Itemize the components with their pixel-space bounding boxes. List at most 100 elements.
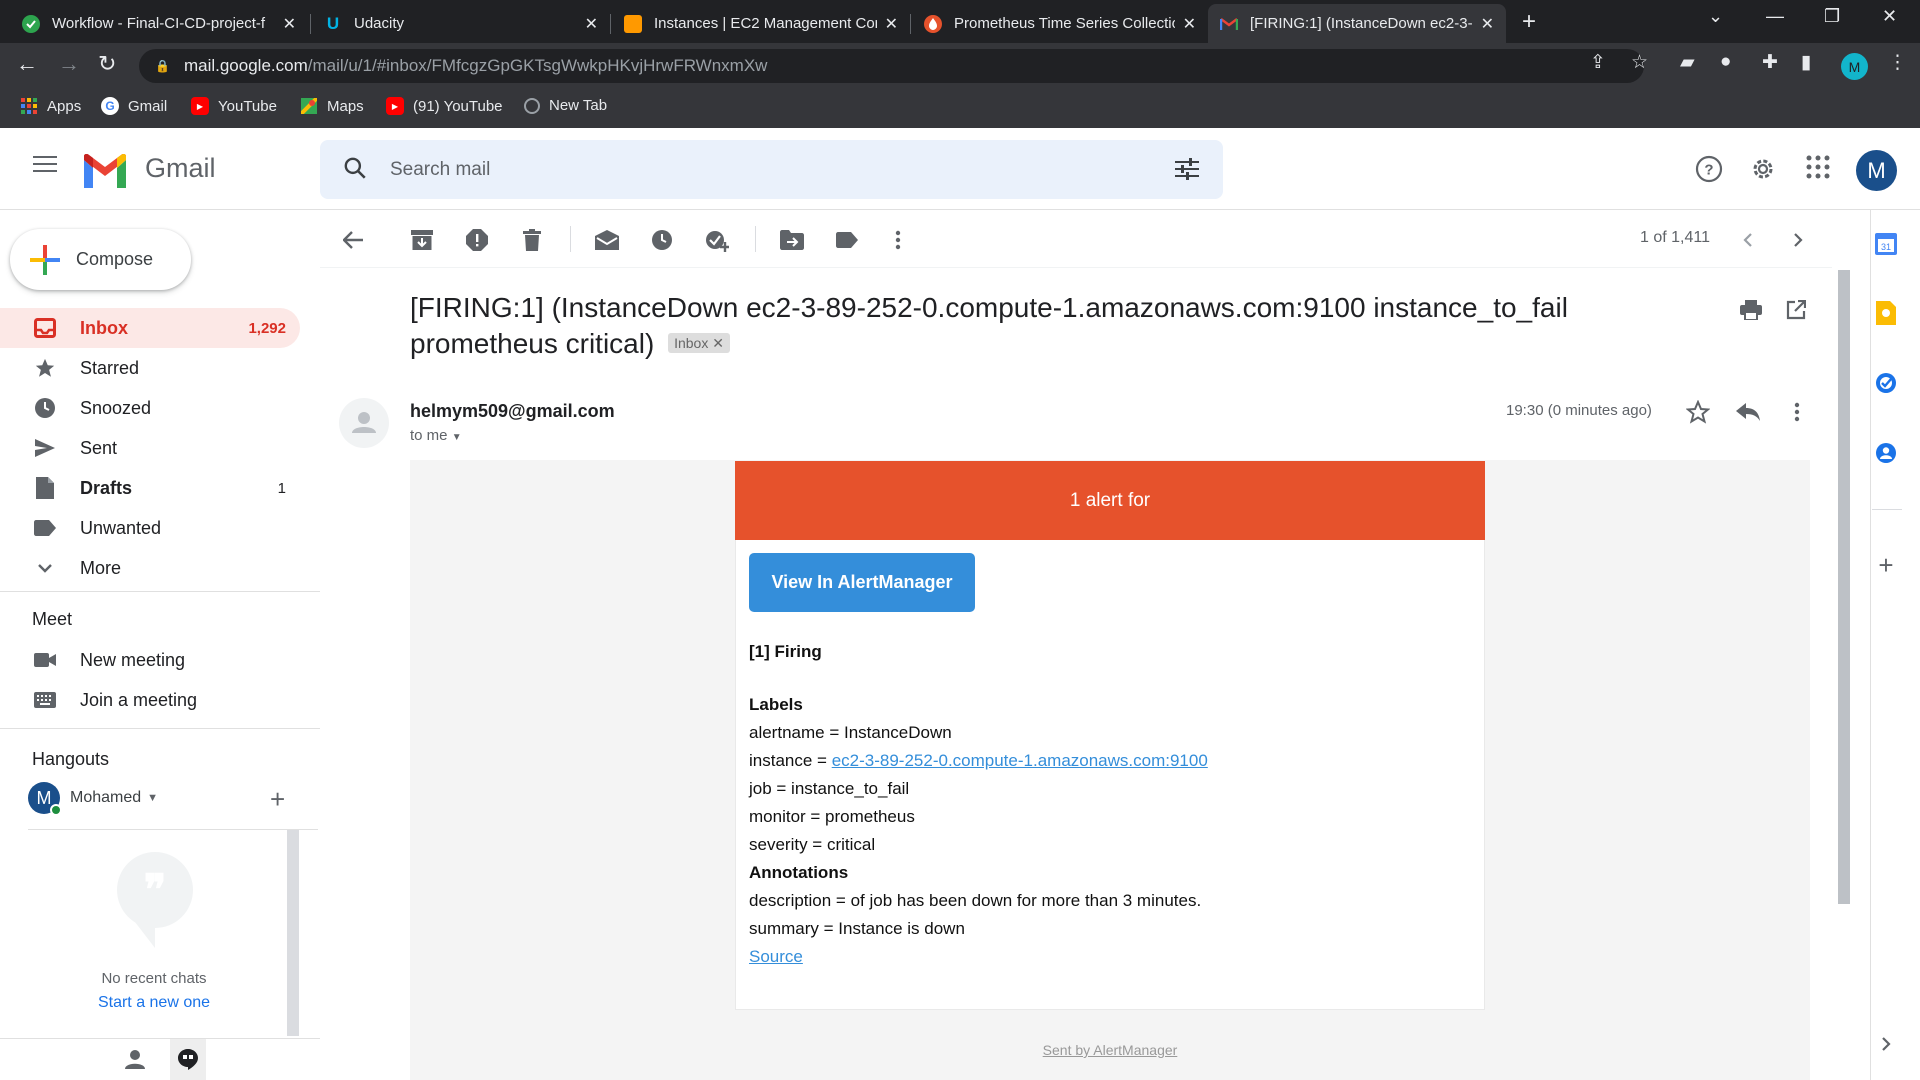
main-menu-icon[interactable] bbox=[33, 156, 57, 177]
hangouts-user-selector[interactable]: M Mohamed ▼ bbox=[28, 782, 158, 816]
tab-divider bbox=[910, 14, 911, 34]
instance-link[interactable]: ec2-3-89-252-0.compute-1.amazonaws.com:9… bbox=[832, 751, 1208, 770]
share-icon[interactable]: ⇪ bbox=[1590, 51, 1606, 74]
archive-icon[interactable] bbox=[410, 228, 434, 252]
close-tab-icon[interactable]: ✕ bbox=[283, 14, 296, 34]
start-new-chat-link[interactable]: Start a new one bbox=[0, 994, 308, 1012]
message-more-icon[interactable] bbox=[1794, 402, 1800, 427]
star-message-icon[interactable] bbox=[1685, 399, 1711, 429]
back-icon[interactable]: ← bbox=[16, 51, 38, 77]
sent-by-footer-link[interactable]: Sent by AlertManager bbox=[735, 1042, 1485, 1058]
move-to-icon[interactable] bbox=[780, 228, 804, 252]
chat-empty-state: ❞ No recent chats Start a new one bbox=[0, 838, 300, 1038]
reload-icon[interactable]: ↻ bbox=[98, 51, 116, 77]
toolbar-divider bbox=[570, 226, 571, 252]
tab-title: Workflow - Final-CI-CD-project-f bbox=[52, 15, 266, 32]
tab-search-icon[interactable]: ⌄ bbox=[1708, 6, 1723, 27]
nav-item-snoozed[interactable]: Snoozed bbox=[0, 388, 300, 428]
bookmark-new-tab[interactable]: New Tab bbox=[524, 97, 607, 114]
add-to-tasks-icon[interactable] bbox=[705, 228, 729, 252]
browser-profile-avatar[interactable]: M bbox=[1841, 53, 1868, 80]
older-chevron-right-icon[interactable] bbox=[1786, 228, 1810, 252]
close-window-icon[interactable]: ✕ bbox=[1882, 6, 1897, 27]
delete-trash-icon[interactable] bbox=[520, 228, 544, 252]
settings-gear-icon[interactable] bbox=[1749, 155, 1777, 188]
bookmark-maps[interactable]: Maps bbox=[300, 97, 364, 115]
nav-item-more[interactable]: More bbox=[0, 548, 300, 588]
nav-item-inbox[interactable]: Inbox 1,292 bbox=[0, 308, 300, 348]
chevron-down-icon bbox=[34, 557, 56, 579]
contacts-icon[interactable] bbox=[1873, 440, 1899, 466]
nav-item-unwanted[interactable]: Unwanted bbox=[0, 508, 300, 548]
gmail-logo-icon[interactable] bbox=[81, 153, 129, 195]
keep-icon[interactable] bbox=[1873, 300, 1899, 326]
search-bar[interactable] bbox=[320, 140, 1223, 199]
side-panel-icon[interactable]: ▮ bbox=[1801, 51, 1811, 74]
restore-icon[interactable]: ❐ bbox=[1824, 6, 1840, 27]
search-input[interactable] bbox=[390, 140, 1090, 199]
view-in-alertmanager-button[interactable]: View In AlertManager bbox=[749, 553, 975, 612]
close-tab-icon[interactable]: ✕ bbox=[1481, 14, 1494, 34]
send-icon bbox=[34, 437, 56, 459]
meet-new-meeting[interactable]: New meeting bbox=[0, 640, 300, 680]
close-tab-icon[interactable]: ✕ bbox=[1183, 14, 1196, 34]
nav-label: Sent bbox=[80, 437, 118, 458]
remove-label-icon[interactable]: ✕ bbox=[712, 335, 724, 351]
contacts-person-icon[interactable] bbox=[124, 1049, 146, 1074]
search-options-icon[interactable] bbox=[1175, 158, 1199, 185]
show-side-panel-chevron-icon[interactable] bbox=[1873, 1031, 1899, 1057]
browser-tab-workflow[interactable]: Workflow - Final-CI-CD-project-f ✕ bbox=[10, 4, 308, 43]
inbox-label-chip[interactable]: Inbox ✕ bbox=[668, 332, 730, 353]
address-bar[interactable]: 🔒 mail.google.com/mail/u/1/#inbox/FMfcgz… bbox=[139, 49, 1644, 83]
sender-avatar[interactable] bbox=[339, 398, 389, 448]
incognito-extension-icon[interactable]: ● bbox=[1720, 51, 1731, 73]
hangouts-chat-tab[interactable] bbox=[170, 1039, 206, 1080]
sender-address[interactable]: helmym509@gmail.com bbox=[410, 401, 615, 422]
forward-icon[interactable]: → bbox=[58, 51, 80, 77]
reply-icon[interactable] bbox=[1736, 403, 1760, 426]
help-icon[interactable]: ? bbox=[1695, 155, 1723, 188]
compose-button[interactable]: Compose bbox=[10, 229, 191, 290]
bookmark-star-icon[interactable]: ☆ bbox=[1631, 51, 1648, 74]
search-icon[interactable] bbox=[342, 155, 368, 186]
extension-icon[interactable]: ▰ bbox=[1680, 51, 1695, 74]
get-addons-plus-icon[interactable]: + bbox=[1873, 550, 1899, 580]
mark-unread-icon[interactable] bbox=[595, 228, 619, 252]
tasks-icon[interactable] bbox=[1873, 370, 1899, 396]
recipient-details-toggle[interactable]: to me ▼ bbox=[410, 427, 462, 444]
puzzle-extensions-icon[interactable]: ✚ bbox=[1762, 51, 1778, 74]
nav-item-drafts[interactable]: Drafts 1 bbox=[0, 468, 300, 508]
back-to-inbox-icon[interactable] bbox=[341, 228, 365, 252]
chat-scrollbar[interactable] bbox=[287, 830, 299, 1036]
newer-chevron-left-icon[interactable] bbox=[1736, 228, 1760, 252]
bookmark-gmail[interactable]: G Gmail bbox=[101, 97, 167, 115]
new-tab-button[interactable]: + bbox=[1522, 8, 1536, 36]
meet-join-meeting[interactable]: Join a meeting bbox=[0, 680, 300, 720]
open-new-window-icon[interactable] bbox=[1786, 299, 1807, 325]
nav-item-starred[interactable]: Starred bbox=[0, 348, 300, 388]
print-icon[interactable] bbox=[1740, 300, 1762, 325]
minimize-icon[interactable]: — bbox=[1766, 6, 1784, 27]
snooze-clock-icon[interactable] bbox=[650, 228, 674, 252]
browser-tab-udacity[interactable]: U Udacity ✕ bbox=[312, 4, 610, 43]
report-spam-icon[interactable] bbox=[465, 228, 489, 252]
browser-tab-prometheus[interactable]: Prometheus Time Series Collectio ✕ bbox=[912, 4, 1208, 43]
more-options-icon[interactable] bbox=[886, 228, 910, 252]
close-tab-icon[interactable]: ✕ bbox=[885, 14, 898, 34]
address-toolbar: ← → ↻ 🔒 mail.google.com/mail/u/1/#inbox/… bbox=[0, 43, 1920, 88]
bookmark-youtube[interactable]: ▶ YouTube bbox=[191, 97, 277, 115]
labels-icon[interactable] bbox=[835, 228, 859, 252]
google-apps-icon[interactable] bbox=[1806, 155, 1830, 184]
nav-item-sent[interactable]: Sent bbox=[0, 428, 300, 468]
browser-tab-ec2[interactable]: Instances | EC2 Management Con ✕ bbox=[612, 4, 910, 43]
chrome-menu-icon[interactable]: ⋮ bbox=[1888, 51, 1907, 74]
account-avatar[interactable]: M bbox=[1856, 150, 1897, 191]
browser-tab-gmail[interactable]: [FIRING:1] (InstanceDown ec2-3- ✕ bbox=[1208, 4, 1506, 43]
source-link[interactable]: Source bbox=[749, 947, 803, 967]
new-chat-plus-icon[interactable]: + bbox=[270, 784, 285, 815]
close-tab-icon[interactable]: ✕ bbox=[585, 14, 598, 34]
calendar-icon[interactable]: 31 bbox=[1873, 231, 1899, 257]
bookmark-youtube-91[interactable]: ▶ (91) YouTube bbox=[386, 97, 503, 115]
bookmark-apps[interactable]: Apps bbox=[20, 97, 81, 115]
main-scrollbar-thumb[interactable] bbox=[1838, 270, 1850, 904]
